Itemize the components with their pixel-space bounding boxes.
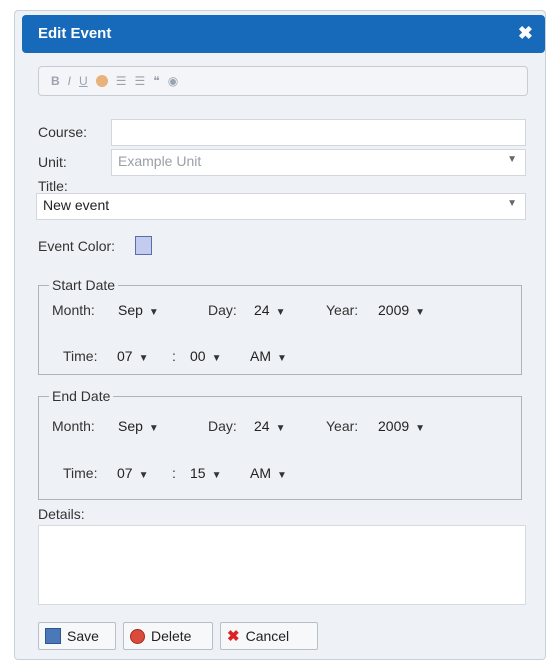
end-ampm-value: AM (250, 465, 271, 481)
start-day-select[interactable]: 24 ▼ (254, 302, 285, 318)
chevron-down-icon: ▼ (277, 470, 287, 481)
end-year-select[interactable]: 2009 ▼ (378, 418, 425, 434)
chevron-down-icon: ▼ (138, 470, 149, 481)
details-textarea[interactable] (38, 525, 526, 605)
delete-icon (130, 628, 145, 644)
end-month-select[interactable]: Sep ▼ (118, 418, 159, 434)
end-hour-select[interactable]: 07 ▼ (117, 465, 148, 481)
course-input[interactable] (111, 119, 526, 146)
event-color-swatch[interactable] (135, 236, 152, 255)
close-icon[interactable]: ✖ (518, 23, 533, 44)
end-minute-value: 15 (190, 465, 206, 481)
chevron-down-icon: ▼ (148, 423, 159, 434)
unit-value: Example Unit (118, 153, 202, 169)
chevron-down-icon: ▼ (211, 470, 222, 481)
end-time-separator: : (172, 465, 176, 481)
start-hour-select[interactable]: 07 ▼ (117, 348, 148, 364)
save-label: Save (67, 628, 99, 644)
end-year-label: Year: (326, 418, 359, 434)
save-button[interactable]: Save (38, 622, 116, 650)
start-hour-value: 07 (117, 348, 133, 364)
chevron-down-icon: ▼ (415, 307, 426, 318)
unordered-list-icon[interactable]: ☰ (134, 74, 145, 88)
dialog-title: Edit Event (38, 25, 112, 42)
chevron-down-icon: ▼ (275, 423, 286, 434)
save-icon (45, 628, 61, 644)
end-month-value: Sep (118, 418, 143, 434)
end-year-value: 2009 (378, 418, 410, 434)
start-year-select[interactable]: 2009 ▼ (378, 302, 425, 318)
start-year-value: 2009 (378, 302, 410, 318)
cancel-label: Cancel (245, 628, 290, 644)
start-time-separator: : (172, 348, 176, 364)
end-ampm-select[interactable]: AM ▼ (250, 465, 287, 481)
chevron-down-icon: ▼ (277, 353, 287, 364)
chevron-down-icon: ▼ (148, 307, 159, 318)
end-day-select[interactable]: 24 ▼ (254, 418, 285, 434)
ordered-list-icon[interactable]: ☰ (116, 74, 127, 88)
italic-icon[interactable]: I (68, 74, 71, 88)
chevron-down-icon: ▼ (415, 423, 426, 434)
delete-button[interactable]: Delete (123, 622, 213, 650)
delete-label: Delete (151, 628, 192, 644)
cancel-button[interactable]: ✖ Cancel (220, 622, 318, 650)
chevron-down-icon: ▼ (507, 198, 517, 209)
close-icon: ✖ (227, 628, 240, 645)
start-time-label: Time: (63, 348, 98, 364)
unit-label: Unit: (38, 154, 67, 170)
event-color-label: Event Color: (38, 238, 116, 254)
start-minute-value: 00 (190, 348, 206, 364)
bold-icon[interactable]: B (51, 74, 60, 88)
end-month-label: Month: (52, 418, 95, 434)
chevron-down-icon: ▼ (275, 307, 286, 318)
details-label: Details: (38, 506, 85, 522)
start-date-legend: Start Date (52, 277, 116, 293)
unit-select[interactable]: Example Unit ▼ (111, 149, 526, 176)
end-date-group: End Date (38, 388, 522, 500)
chevron-down-icon: ▼ (211, 353, 222, 364)
end-minute-select[interactable]: 15 ▼ (190, 465, 221, 481)
rich-text-toolbar: B I U ☰ ☰ ❝ ◉ (38, 66, 528, 96)
start-ampm-select[interactable]: AM ▼ (250, 348, 287, 364)
start-minute-select[interactable]: 00 ▼ (190, 348, 221, 364)
end-day-label: Day: (208, 418, 237, 434)
start-ampm-value: AM (250, 348, 271, 364)
link-icon[interactable]: ❝ (153, 74, 159, 88)
course-label: Course: (38, 124, 88, 140)
color-icon[interactable] (95, 75, 108, 87)
underline-icon[interactable]: U (79, 74, 88, 88)
title-value: New event (43, 197, 110, 213)
start-year-label: Year: (326, 302, 359, 318)
title-label: Title: (38, 178, 68, 194)
title-input[interactable]: New event ▼ (36, 193, 526, 220)
chevron-down-icon: ▼ (138, 353, 149, 364)
start-month-value: Sep (118, 302, 143, 318)
start-month-label: Month: (52, 302, 95, 318)
dialog-titlebar: Edit Event ✖ (22, 15, 545, 53)
end-date-legend: End Date (52, 388, 111, 404)
start-day-label: Day: (208, 302, 237, 318)
end-hour-value: 07 (117, 465, 133, 481)
source-icon[interactable]: ◉ (168, 74, 178, 88)
chevron-down-icon: ▼ (507, 154, 517, 165)
end-time-label: Time: (63, 465, 98, 481)
start-month-select[interactable]: Sep ▼ (118, 302, 159, 318)
start-day-value: 24 (254, 302, 270, 318)
end-day-value: 24 (254, 418, 270, 434)
